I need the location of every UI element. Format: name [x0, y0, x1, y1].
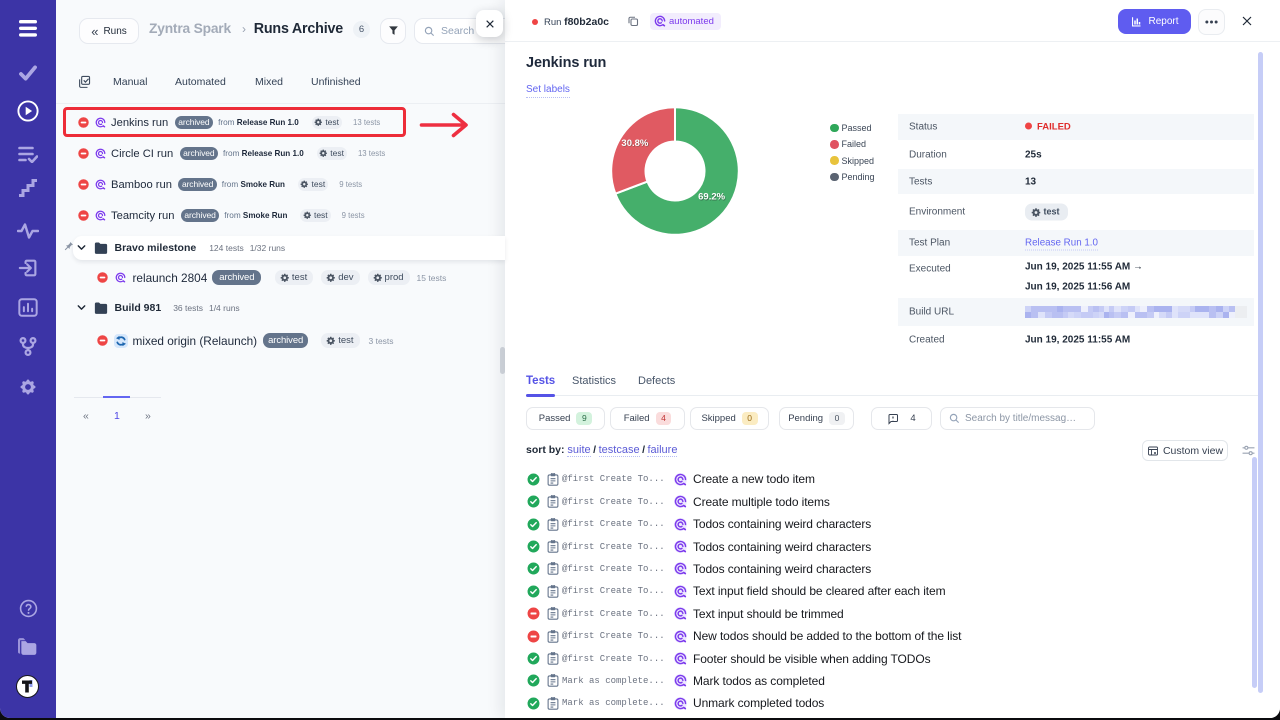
svg-text:30.8%: 30.8%	[621, 138, 648, 149]
svg-text:69.2%: 69.2%	[698, 192, 725, 203]
